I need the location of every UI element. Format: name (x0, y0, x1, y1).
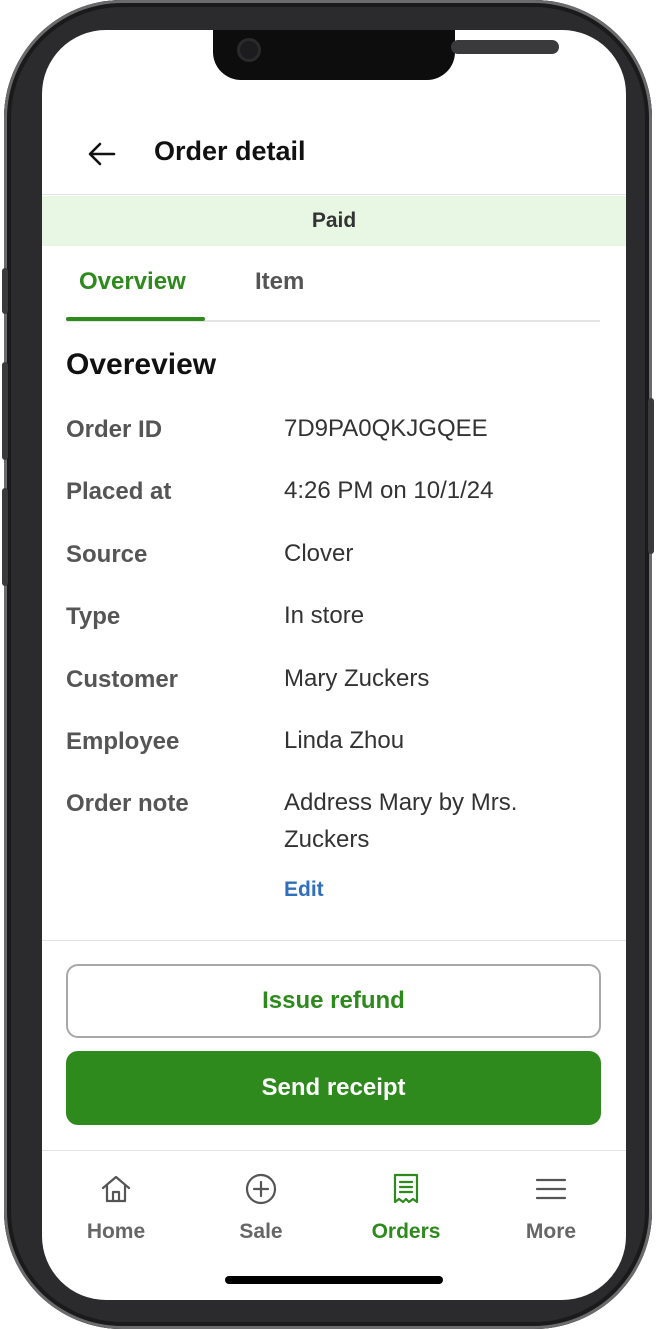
nav-label: More (525, 1220, 577, 1243)
menu-icon (535, 1178, 567, 1200)
detail-label: Order ID (66, 416, 163, 443)
speaker-grille (451, 40, 559, 54)
home-icon (101, 1175, 131, 1203)
section-heading: Overeview (66, 348, 217, 381)
volume-up-button (2, 362, 8, 460)
home-indicator (225, 1276, 443, 1284)
camera-icon (237, 38, 261, 62)
page-title: Order detail (154, 136, 306, 166)
detail-label: Customer (66, 666, 179, 693)
power-button (648, 398, 654, 554)
detail-value: 4:26 PM on 10/1/24 (284, 477, 494, 504)
detail-value: Linda Zhou (284, 727, 405, 754)
nav-more[interactable]: More (491, 1172, 611, 1244)
detail-value: 7D9PA0QKJGQEE (284, 415, 488, 442)
active-tab-indicator (66, 317, 205, 321)
silent-switch (2, 268, 8, 314)
edit-note-link[interactable]: Edit (284, 878, 324, 902)
detail-label: Order note (66, 790, 189, 817)
detail-value: Mary Zuckers (284, 665, 430, 692)
nav-label: Home (86, 1220, 146, 1243)
notch (213, 30, 559, 80)
detail-label: Employee (66, 728, 180, 755)
tab-bar: Overview Item (66, 252, 600, 322)
detail-value: In store (284, 602, 365, 629)
nav-sale[interactable]: Sale (201, 1172, 321, 1244)
tab-item[interactable]: Item (255, 268, 304, 296)
detail-value: Address Mary by Mrs. Zuckers (284, 789, 518, 853)
volume-down-button (2, 488, 8, 586)
send-receipt-button[interactable]: Send receipt (66, 1051, 601, 1125)
nav-label: Orders (371, 1220, 441, 1243)
header-divider (42, 194, 626, 195)
arrow-left-icon[interactable] (86, 138, 118, 170)
content-divider (42, 940, 626, 941)
detail-label: Placed at (66, 478, 172, 505)
nav-divider (42, 1150, 626, 1151)
plus-circle-icon (245, 1173, 277, 1205)
tab-overview[interactable]: Overview (79, 268, 186, 296)
nav-label: Sale (239, 1220, 283, 1243)
detail-label: Type (66, 603, 121, 630)
receipt-icon (393, 1173, 419, 1204)
payment-status-banner: Paid (42, 196, 626, 246)
detail-label: Source (66, 541, 148, 568)
phone-frame: Order detail Paid Overview Item Overevie… (2, 0, 654, 1329)
app-header: Order detail (42, 120, 626, 192)
nav-home[interactable]: Home (56, 1172, 176, 1244)
phone-screen: Order detail Paid Overview Item Overevie… (42, 30, 626, 1300)
nav-orders[interactable]: Orders (346, 1172, 466, 1244)
detail-value: Clover (284, 540, 354, 567)
issue-refund-button[interactable]: Issue refund (66, 964, 601, 1038)
